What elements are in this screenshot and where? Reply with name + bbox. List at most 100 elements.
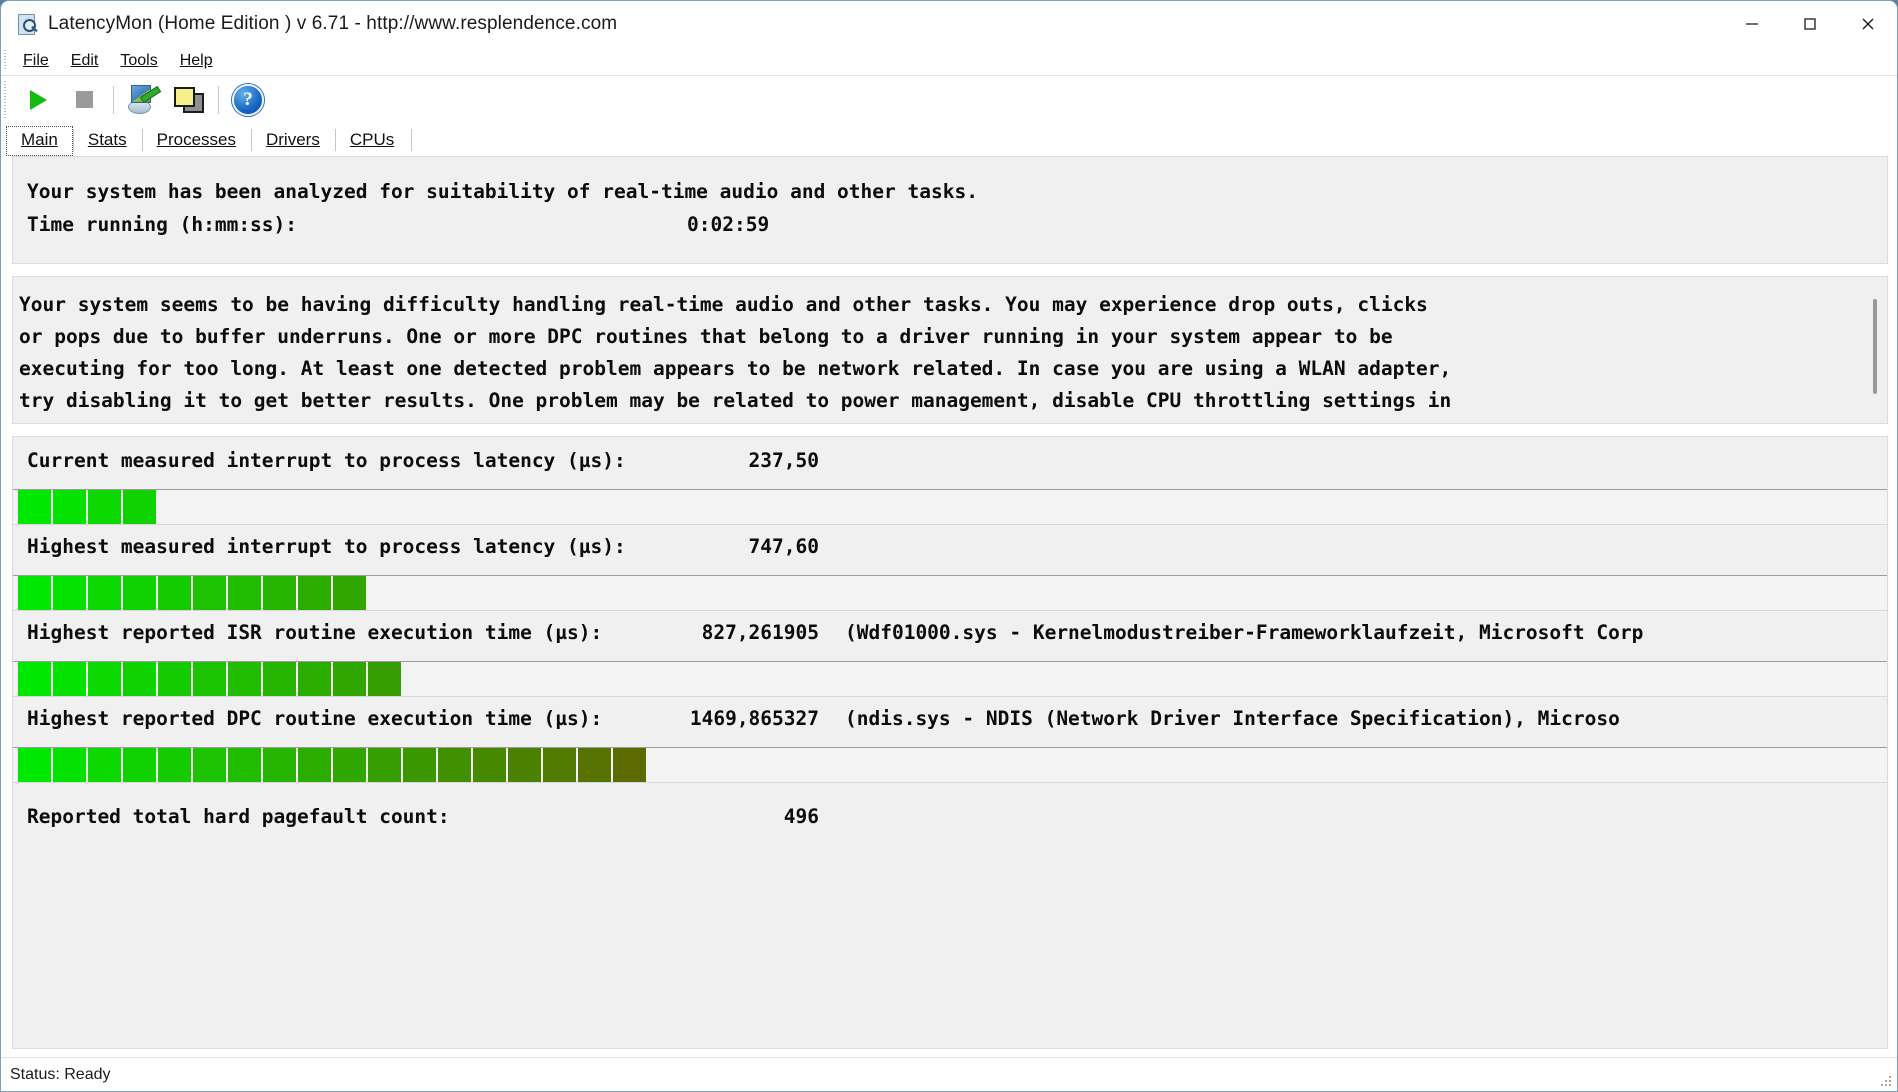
bar-segments	[18, 748, 648, 782]
menu-item-file[interactable]: File	[12, 50, 60, 72]
tab-stats-label: Stats	[87, 130, 127, 149]
toolbar-separator-1	[113, 85, 114, 114]
bar-segment	[438, 748, 471, 782]
bar-segment	[53, 490, 86, 524]
metric-label-isr: Highest reported ISR routine execution t…	[27, 621, 603, 644]
metric-value-dpc: 1469,865327	[689, 707, 819, 730]
bar-segment	[543, 748, 576, 782]
bar-segment	[333, 748, 366, 782]
bar-segments	[18, 662, 403, 696]
metric-label-dpc: Highest reported DPC routine execution t…	[27, 707, 603, 730]
bar-segment	[263, 576, 296, 610]
status-text: Status: Ready	[10, 1065, 111, 1083]
bar-segment	[508, 748, 541, 782]
bar-segment	[18, 490, 51, 524]
bar-segment	[298, 748, 331, 782]
bar-segment	[123, 662, 156, 696]
tab-stats[interactable]: Stats	[72, 126, 142, 156]
metric-extra-dpc: (ndis.sys - NDIS (Network Driver Interfa…	[845, 707, 1620, 730]
bar-segment	[88, 748, 121, 782]
menu-item-help[interactable]: Help	[169, 50, 224, 72]
maximize-icon[interactable]	[1781, 1, 1839, 46]
bar-segment	[123, 748, 156, 782]
metric-label-current-latency: Current measured interrupt to process la…	[27, 449, 626, 472]
tab-cpus[interactable]: CPUs	[334, 126, 409, 156]
stop-monitoring-button[interactable]	[61, 80, 107, 120]
tab-strip-end-divider	[411, 129, 413, 151]
help-question-icon: ?	[232, 83, 264, 116]
bar-segment	[18, 576, 51, 610]
bar-segment	[123, 490, 156, 524]
time-running-row: Time running (h:mm:ss): 0:02:59	[27, 208, 1887, 241]
bar-segments	[18, 490, 158, 524]
help-button[interactable]: ?	[225, 80, 271, 120]
verdict-line-4: try disabling it to get better results. …	[19, 389, 1452, 412]
window-title: LatencyMon (Home Edition ) v 6.71 - http…	[48, 12, 618, 34]
pagefault-row: Reported total hard pagefault count: 496	[13, 805, 1887, 843]
stop-icon	[75, 91, 93, 108]
metric-value-current-latency: 237,50	[748, 449, 819, 472]
report-button[interactable]	[120, 80, 166, 120]
tab-processes[interactable]: Processes	[141, 126, 251, 156]
menu-file-label: File	[23, 51, 49, 69]
tab-cpus-label: CPUs	[349, 130, 395, 149]
windows-button[interactable]	[166, 80, 212, 120]
bar-segment	[193, 662, 226, 696]
bar-segment	[263, 748, 296, 782]
metric-row: Current measured interrupt to process la…	[13, 449, 1887, 487]
metric-label-highest-latency: Highest measured interrupt to process la…	[27, 535, 626, 558]
summary-panel: Your system has been analyzed for suitab…	[12, 156, 1888, 264]
menu-bar: File Edit Tools Help	[1, 46, 1897, 76]
bar-segment	[228, 576, 261, 610]
verdict-scrollbar-thumb[interactable]	[1873, 299, 1877, 394]
bar-segment	[18, 748, 51, 782]
bar-segments	[18, 576, 368, 610]
verdict-line-1: Your system seems to be having difficult…	[19, 293, 1428, 316]
metrics-panel: Current measured interrupt to process la…	[12, 436, 1888, 1049]
menu-tools-label: Tools	[120, 51, 158, 69]
bar-segment	[333, 576, 366, 610]
title-left-group: LatencyMon (Home Edition ) v 6.71 - http…	[1, 13, 617, 35]
metric-bar-highest-latency	[13, 575, 1887, 611]
time-running-value: 0:02:59	[687, 213, 770, 236]
analyzed-text: Your system has been analyzed for suitab…	[27, 180, 978, 203]
pagefault-label: Reported total hard pagefault count:	[27, 805, 450, 828]
bar-segment	[88, 490, 121, 524]
menu-edit-label: Edit	[70, 51, 99, 69]
toolbar: ?	[1, 76, 1897, 123]
menu-help-label: Help	[179, 51, 213, 69]
bar-segment	[368, 748, 401, 782]
tab-drivers-label: Drivers	[265, 130, 320, 149]
stacked-windows-icon	[174, 86, 204, 113]
time-running-label: Time running (h:mm:ss):	[27, 213, 298, 236]
metric-bar-isr	[13, 661, 1887, 697]
verdict-scrollbar[interactable]	[1868, 283, 1881, 417]
metric-value-isr: 827,261905	[701, 621, 819, 644]
metric-bar-dpc	[13, 747, 1887, 783]
bar-segment	[298, 662, 331, 696]
window-controls	[1723, 1, 1897, 46]
metric-row: Highest reported DPC routine execution t…	[13, 707, 1887, 745]
bar-segment	[193, 748, 226, 782]
verdict-line-3: executing for too long. At least one det…	[19, 357, 1452, 380]
tab-main[interactable]: Main	[6, 126, 73, 156]
tab-drivers[interactable]: Drivers	[250, 126, 335, 156]
start-monitoring-button[interactable]	[15, 80, 61, 120]
menu-item-tools[interactable]: Tools	[109, 50, 168, 72]
status-bar: Status: Ready	[1, 1057, 1897, 1091]
close-icon[interactable]	[1839, 1, 1897, 46]
resize-grip-icon[interactable]	[1879, 1074, 1893, 1088]
report-wizard-icon	[128, 84, 162, 115]
bar-segment	[88, 662, 121, 696]
bar-segment	[228, 662, 261, 696]
tab-strip: Main Stats Processes Drivers CPUs	[1, 123, 1897, 156]
toolbar-separator-2	[218, 85, 219, 114]
metric-extra-isr: (Wdf01000.sys - Kernelmodustreiber-Frame…	[845, 621, 1644, 644]
bar-segment	[613, 748, 646, 782]
play-icon	[29, 89, 47, 110]
bar-segment	[88, 576, 121, 610]
minimize-icon[interactable]	[1723, 1, 1781, 46]
menu-item-edit[interactable]: Edit	[60, 50, 110, 72]
bar-segment	[158, 748, 191, 782]
bar-segment	[263, 662, 296, 696]
